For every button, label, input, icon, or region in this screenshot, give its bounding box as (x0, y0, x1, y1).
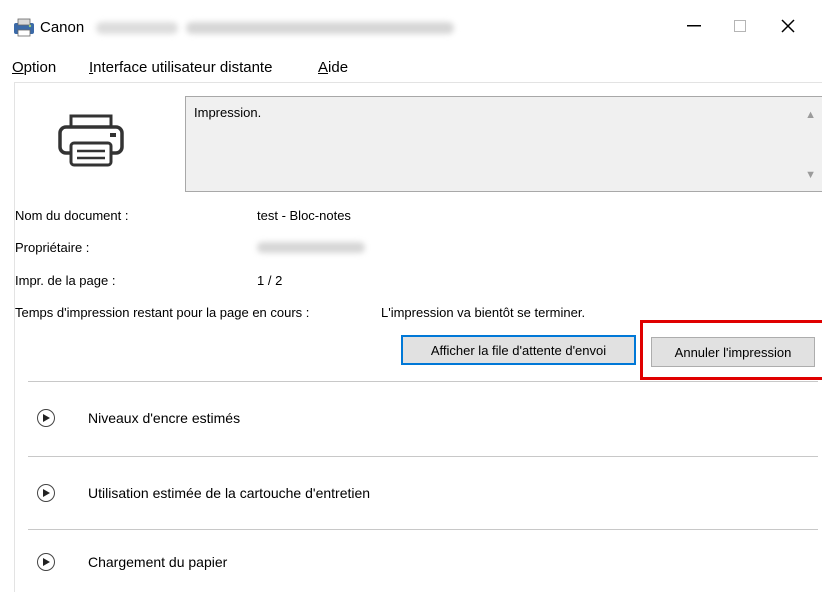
title-bar: Canon (0, 0, 822, 48)
expand-arrow-icon[interactable] (37, 484, 55, 502)
window-title: Canon (40, 19, 85, 36)
section-label: Niveaux d'encre estimés (88, 410, 241, 426)
document-name-value: test - Bloc-notes (257, 208, 351, 223)
scroll-up-arrow-icon[interactable]: ▲ (805, 109, 816, 121)
time-remaining-value: L'impression va bientôt se terminer. (381, 305, 586, 320)
page-value: 1 / 2 (257, 273, 283, 288)
menu-option[interactable]: Option (12, 59, 56, 76)
expand-arrow-icon[interactable] (37, 553, 55, 571)
menu-aide[interactable]: Aide (318, 59, 348, 76)
status-panel: Impression. ▲ ▼ Nom du document : test -… (14, 82, 822, 592)
expand-arrow-icon[interactable] (37, 409, 55, 427)
time-remaining-label: Temps d'impression restant pour la page … (15, 305, 310, 320)
redacted-printer-address (186, 22, 454, 34)
section-paper-loading[interactable]: Chargement du papier (15, 535, 822, 591)
maximize-button[interactable] (718, 10, 762, 42)
owner-label: Propriétaire : (15, 240, 90, 255)
highlight-box (640, 320, 822, 380)
menu-bar: Option Interface utilisateur distante Ai… (0, 48, 822, 82)
minimize-button[interactable] (672, 10, 716, 42)
divider (28, 381, 818, 382)
divider (28, 529, 818, 530)
status-message: Impression. (194, 105, 262, 120)
section-label: Chargement du papier (88, 554, 228, 570)
redacted-owner-value (257, 242, 365, 253)
section-maintenance-cartridge[interactable]: Utilisation estimée de la cartouche d'en… (15, 466, 822, 522)
page-label: Impr. de la page : (15, 273, 116, 288)
redacted-printer-name (96, 22, 178, 34)
document-name-label: Nom du document : (15, 208, 129, 223)
status-message-box[interactable]: Impression. ▲ ▼ (185, 96, 822, 192)
close-button[interactable] (766, 10, 810, 42)
printer-icon (55, 113, 127, 172)
divider (28, 456, 818, 457)
menu-interface-distante[interactable]: Interface utilisateur distante (89, 59, 272, 76)
scroll-down-arrow-icon[interactable]: ▼ (805, 169, 816, 181)
canon-app-icon (13, 17, 35, 37)
show-queue-button[interactable]: Afficher la file d'attente d'envoi (401, 335, 636, 365)
section-label: Utilisation estimée de la cartouche d'en… (88, 485, 371, 501)
section-ink-levels[interactable]: Niveaux d'encre estimés (15, 391, 822, 447)
